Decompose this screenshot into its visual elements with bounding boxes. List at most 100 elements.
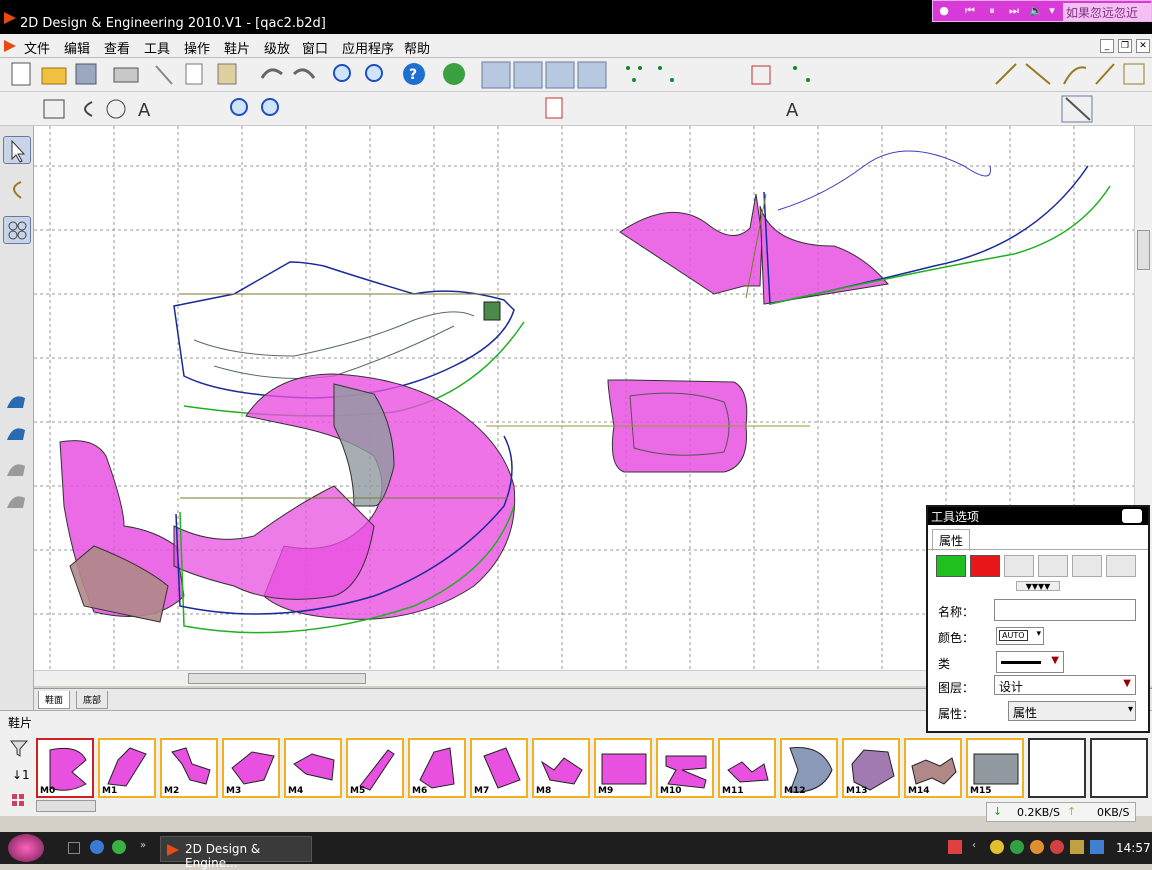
app-logo-icon bbox=[4, 12, 16, 24]
part-thumbnail[interactable]: M15 bbox=[966, 738, 1024, 798]
horizontal-scroll-thumb[interactable] bbox=[188, 673, 366, 684]
part-thumbnail[interactable]: M14 bbox=[904, 738, 962, 798]
expand-swatches-icon[interactable]: ▼▼▼▼ bbox=[1016, 581, 1060, 591]
browser-icon[interactable] bbox=[90, 840, 104, 854]
part-thumbnail[interactable]: M9 bbox=[594, 738, 652, 798]
menu-window[interactable]: 窗口 bbox=[302, 38, 328, 57]
empty-swatch-4[interactable] bbox=[1106, 555, 1136, 577]
tray-icon-3[interactable] bbox=[1010, 840, 1024, 854]
eyedropper-icon[interactable] bbox=[3, 348, 31, 376]
rectangle-icon bbox=[43, 99, 65, 119]
empty-part-slot[interactable] bbox=[1028, 738, 1086, 798]
empty-part-slot[interactable] bbox=[1090, 738, 1148, 798]
menu-applications[interactable]: 应用程序 bbox=[342, 38, 394, 57]
curve-tool-icon[interactable] bbox=[3, 176, 31, 204]
tray-icon-2[interactable] bbox=[990, 840, 1004, 854]
show-desktop-icon[interactable] bbox=[68, 842, 80, 854]
part-thumbnail[interactable]: M4 bbox=[284, 738, 342, 798]
upload-arrow-icon: ↑ bbox=[1067, 805, 1077, 818]
window-title: 2D Design & Engineering 2010.V1 - [qac2.… bbox=[20, 16, 326, 31]
start-button[interactable] bbox=[8, 834, 44, 862]
vertical-scroll-thumb[interactable] bbox=[1137, 230, 1150, 270]
app-menu-icon[interactable] bbox=[4, 40, 16, 52]
network-status: ↓ 0.2KB/S ↑ 0KB/S bbox=[986, 802, 1136, 822]
part-thumbnail[interactable]: M2 bbox=[160, 738, 218, 798]
empty-swatch-1[interactable] bbox=[1004, 555, 1034, 577]
part-thumbnail[interactable]: M10 bbox=[656, 738, 714, 798]
shoe-tool-4-icon[interactable] bbox=[3, 488, 31, 516]
menu-help[interactable]: 帮助 bbox=[404, 38, 430, 57]
grid-view-icon[interactable] bbox=[8, 790, 30, 810]
name-input[interactable] bbox=[994, 599, 1136, 621]
color-select[interactable]: AUTO ▾ bbox=[996, 627, 1044, 645]
part-thumbnail[interactable]: M8 bbox=[532, 738, 590, 798]
quarter-pieces-main[interactable] bbox=[59, 373, 516, 634]
part-thumbnail[interactable]: M6 bbox=[408, 738, 466, 798]
offset-tool-icon[interactable] bbox=[3, 248, 31, 276]
part-thumbnail[interactable]: M5 bbox=[346, 738, 404, 798]
filter-icon[interactable] bbox=[8, 738, 30, 758]
shoe-tool-1-icon[interactable] bbox=[3, 388, 31, 416]
tray-icon-5[interactable] bbox=[1050, 840, 1064, 854]
menu-pieces[interactable]: 鞋片 bbox=[224, 38, 250, 57]
menu-tools[interactable]: 工具 bbox=[144, 38, 170, 57]
menu-edit[interactable]: 编辑 bbox=[64, 38, 90, 57]
layer-select-value: 设计 bbox=[999, 680, 1024, 694]
parts-scroll-thumb[interactable] bbox=[36, 800, 96, 812]
chevron-down-icon: ▼ bbox=[1051, 655, 1059, 666]
color-swatch-red[interactable] bbox=[970, 555, 1000, 577]
part-thumbnail[interactable]: M13 bbox=[842, 738, 900, 798]
part-thumbnail[interactable]: M7 bbox=[470, 738, 528, 798]
vamp-piece-right[interactable] bbox=[619, 150, 1111, 305]
app-icon[interactable] bbox=[112, 840, 126, 854]
tray-icon-4[interactable] bbox=[1030, 840, 1044, 854]
close-icon[interactable]: ✕ bbox=[1136, 39, 1150, 53]
sort-icon[interactable]: ↓1 bbox=[8, 764, 30, 784]
tab-bottom[interactable]: 底部 bbox=[76, 691, 109, 709]
shoe-tool-2-icon[interactable] bbox=[3, 420, 31, 448]
text-tool-icon[interactable] bbox=[3, 280, 31, 308]
part-thumbnail-label: M0 bbox=[40, 786, 56, 796]
next-icon[interactable]: ⏭ bbox=[1007, 4, 1021, 18]
menu-operate[interactable]: 操作 bbox=[184, 38, 210, 57]
part-thumbnail[interactable]: M12 bbox=[780, 738, 838, 798]
parts-panel: ↓1 M0 M1 M2 M3 M4 M5 M6 M7 M8 M9 M10 M11 M12 M13 M14 M1… bbox=[0, 732, 1152, 816]
line-type-select[interactable]: ▼ bbox=[996, 651, 1064, 673]
part-thumbnail[interactable]: M3 bbox=[222, 738, 280, 798]
tray-icon-6[interactable] bbox=[1070, 840, 1084, 854]
dropdown-icon[interactable]: ▾ bbox=[1045, 4, 1059, 18]
select-arrow-icon[interactable] bbox=[3, 136, 31, 164]
tab-upper[interactable]: 鞋面 bbox=[38, 691, 71, 709]
menu-grading[interactable]: 级放 bbox=[264, 38, 290, 57]
menu-file[interactable]: 文件 bbox=[24, 38, 50, 57]
pin-icon[interactable] bbox=[1122, 509, 1142, 523]
shoe-tool-3-icon[interactable] bbox=[3, 456, 31, 484]
volume-icon[interactable]: 🔈 bbox=[1029, 4, 1043, 18]
title-bar: 2D Design & Engineering 2010.V1 - [qac2.… bbox=[0, 0, 1152, 34]
pause-icon[interactable]: ⏸ bbox=[985, 4, 999, 18]
media-logo-icon[interactable]: ● bbox=[937, 4, 951, 18]
taskbar: » 2D Design & Engine... ‹ 14:57 bbox=[0, 832, 1152, 870]
quicklaunch-more-icon[interactable]: » bbox=[140, 840, 146, 851]
attr-select[interactable]: 属性 ▾ bbox=[1008, 701, 1136, 721]
restore-icon[interactable]: ❐ bbox=[1118, 39, 1132, 53]
tray-expand-icon[interactable]: ‹ bbox=[972, 840, 982, 854]
part-thumbnail[interactable]: M0 bbox=[36, 738, 94, 798]
empty-swatch-2[interactable] bbox=[1038, 555, 1068, 577]
taskbar-app-button[interactable]: 2D Design & Engine... bbox=[160, 836, 312, 870]
knife-icon[interactable] bbox=[3, 316, 31, 344]
layer-select[interactable]: 设计 ▼ bbox=[994, 675, 1136, 695]
tab-properties[interactable]: 属性 bbox=[932, 529, 971, 551]
insole-piece[interactable] bbox=[486, 379, 810, 473]
previous-icon[interactable]: ⏮ bbox=[963, 4, 977, 18]
menu-view[interactable]: 查看 bbox=[104, 38, 130, 57]
minimize-icon[interactable]: _ bbox=[1100, 39, 1114, 53]
part-thumbnail[interactable]: M1 bbox=[98, 738, 156, 798]
tray-icon-7[interactable] bbox=[1090, 840, 1104, 854]
color-swatch-green[interactable] bbox=[936, 555, 966, 577]
part-thumbnail-label: M10 bbox=[660, 786, 682, 796]
tray-icon-1[interactable] bbox=[948, 840, 962, 854]
part-thumbnail[interactable]: M11 bbox=[718, 738, 776, 798]
link-tool-icon[interactable] bbox=[3, 216, 31, 244]
empty-swatch-3[interactable] bbox=[1072, 555, 1102, 577]
